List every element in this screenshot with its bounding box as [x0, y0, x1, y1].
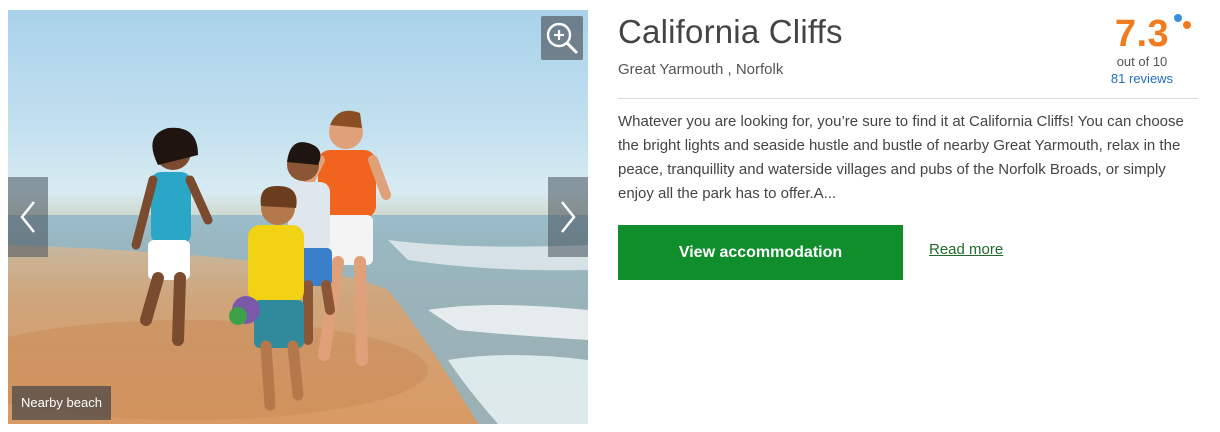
next-photo-button[interactable] [548, 177, 588, 257]
zoom-icon [546, 22, 578, 54]
beach-photo [8, 110, 588, 424]
photo-caption: Nearby beach [12, 386, 111, 420]
chevron-left-icon [20, 201, 35, 233]
rating-score: 7.3 [1114, 13, 1170, 55]
property-info: California Cliffs Great Yarmouth , Norfo… [618, 10, 1202, 424]
chevron-right-icon [561, 201, 576, 233]
rating-block: 7.3 out of 10 81 reviews [1102, 12, 1191, 88]
view-accommodation-button[interactable]: View accommodation [618, 225, 903, 280]
read-more-link[interactable]: Read more [929, 241, 1003, 258]
property-title: California Cliffs [618, 13, 843, 50]
property-description: Whatever you are looking for, you’re sur… [618, 113, 1184, 202]
previous-photo-button[interactable] [8, 177, 48, 257]
property-location: Great Yarmouth , Norfolk [618, 61, 784, 78]
divider [618, 98, 1198, 99]
photo-gallery[interactable]: Nearby beach [8, 10, 588, 424]
rating-scale: out of 10 [1116, 54, 1168, 69]
zoom-button[interactable] [541, 16, 583, 60]
rating-logo-icon [1174, 14, 1191, 29]
reviews-link[interactable]: 81 reviews [1102, 70, 1182, 88]
